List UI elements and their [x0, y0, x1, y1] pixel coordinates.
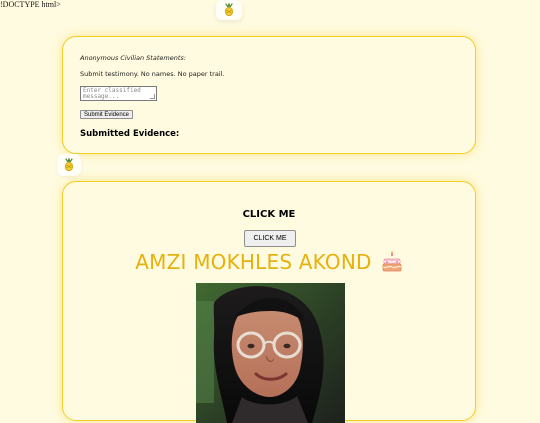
- testimony-card: Anonymous Civilian Statements: Submit te…: [62, 36, 476, 154]
- portrait-photo: [196, 283, 345, 423]
- birthday-name: AMZI MOKHLES AKOND: [135, 250, 372, 274]
- click-me-heading: CLICK ME: [242, 209, 296, 220]
- testimony-subtext: Submit testimony. No names. No paper tra…: [80, 70, 225, 78]
- testimony-heading: Anonymous Civilian Statements:: [80, 54, 186, 62]
- stray-doctype-text: !DOCTYPE html>: [0, 0, 61, 9]
- birthday-name-row: AMZI MOKHLES AKOND: [63, 249, 475, 275]
- pineapple-emoji-icon: [57, 154, 81, 176]
- pineapple-emoji-icon: [216, 0, 242, 20]
- submitted-evidence-heading: Submitted Evidence:: [80, 129, 180, 139]
- click-me-button[interactable]: CLICK ME: [244, 230, 296, 247]
- submit-evidence-button[interactable]: Submit Evidence: [80, 110, 134, 119]
- birthday-cake-icon: [381, 251, 403, 273]
- birthday-card: CLICK ME CLICK ME AMZI MOKHLES AKOND: [62, 181, 476, 423]
- testimony-textarea-placeholder: Enter classified message...: [83, 87, 141, 100]
- testimony-textarea[interactable]: Enter classified message...: [80, 86, 157, 101]
- resize-handle-icon[interactable]: [150, 94, 155, 99]
